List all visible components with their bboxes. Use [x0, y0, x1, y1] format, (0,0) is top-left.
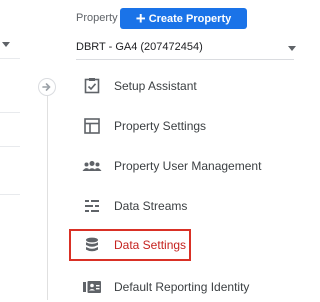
highlight-box — [69, 229, 191, 261]
account-dropdown-caret[interactable] — [2, 42, 10, 47]
checklist-icon — [81, 75, 103, 97]
chevron-down-icon — [288, 46, 296, 51]
column-separator — [47, 78, 48, 300]
select-underline — [76, 59, 294, 60]
menu-item-label: Property User Management — [114, 159, 262, 173]
create-property-label: Create Property — [148, 12, 232, 25]
plus-icon: + — [135, 8, 146, 28]
divider — [0, 58, 20, 59]
divider — [0, 146, 20, 147]
divider — [0, 194, 20, 195]
account-column — [0, 0, 24, 300]
expand-arrow-button[interactable] — [38, 78, 56, 96]
property-label: Property — [76, 12, 118, 24]
menu-item-label: Setup Assistant — [114, 79, 197, 93]
create-property-button[interactable]: + Create Property — [120, 8, 247, 29]
menu-item-data-streams[interactable]: Data Streams — [76, 191, 294, 221]
arrow-right-icon — [42, 83, 51, 91]
id-card-icon — [81, 276, 103, 298]
people-icon — [81, 155, 103, 177]
menu-item-property-user-management[interactable]: Property User Management — [76, 151, 294, 181]
menu-item-property-settings[interactable]: Property Settings — [76, 111, 294, 141]
menu-item-label: Property Settings — [114, 119, 207, 133]
layout-icon — [81, 115, 103, 137]
menu-item-setup-assistant[interactable]: Setup Assistant — [76, 71, 294, 101]
divider — [0, 112, 20, 113]
property-select-value: DBRT - GA4 (207472454) — [76, 41, 203, 53]
menu-item-default-reporting-identity[interactable]: Default Reporting Identity — [76, 272, 294, 302]
menu-item-label: Default Reporting Identity — [114, 280, 250, 294]
property-select[interactable]: DBRT - GA4 (207472454) — [76, 37, 296, 60]
menu-item-label: Data Streams — [114, 199, 188, 213]
streams-icon — [81, 195, 103, 217]
